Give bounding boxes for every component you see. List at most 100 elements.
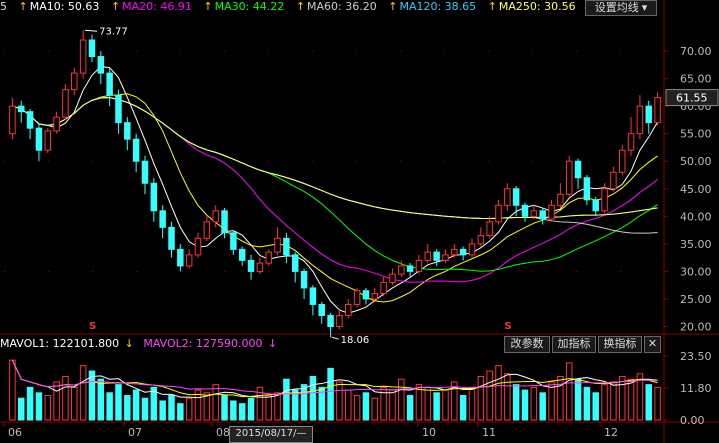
candle-body <box>53 116 60 132</box>
volume-bar <box>336 381 343 421</box>
candle-body <box>512 188 520 206</box>
candle-body <box>654 97 661 124</box>
candle-body <box>88 39 96 58</box>
settings-ma-button[interactable]: 设置均线 ▾ <box>585 0 657 16</box>
crosshair-date-box: 2015/08/17/— <box>229 426 313 443</box>
candle-body <box>309 287 317 305</box>
candle-body <box>398 265 405 275</box>
volume-bar <box>265 395 272 421</box>
volume-bar <box>159 400 166 421</box>
switch-indicator-button[interactable]: 换指标 <box>598 336 642 353</box>
volume-bar <box>645 384 652 421</box>
volume-bar <box>486 370 493 421</box>
volume-bar <box>654 386 661 421</box>
candle-body <box>406 265 414 272</box>
candle-body <box>592 199 599 212</box>
low-price-pointer <box>331 336 339 340</box>
high-price-label: 73.77 <box>99 26 128 37</box>
candle-body <box>610 171 617 190</box>
price-tick-label: 30.00 <box>680 265 712 278</box>
volume-bar <box>300 384 308 421</box>
add-indicator-button[interactable]: 加指标 <box>552 336 596 353</box>
close-indicator-button[interactable]: ✕ <box>644 336 661 353</box>
volume-tick-label: 11.80 <box>680 382 712 395</box>
dropdown-arrow-icon: ▾ <box>641 1 648 14</box>
candle-body <box>504 188 511 206</box>
volume-bar <box>53 381 60 421</box>
mavol2-label: MAVOL2: 127590.000 <box>143 337 263 350</box>
mavol2-arrow: ↓ <box>267 337 278 350</box>
volume-bar <box>345 389 352 421</box>
candle-body <box>557 193 564 206</box>
volume-bar <box>371 397 379 421</box>
volume-bar <box>565 362 573 421</box>
x-axis-label: 06 <box>8 426 22 439</box>
x-axis-label: 10 <box>422 426 436 439</box>
volume-bar <box>283 378 290 421</box>
price-tick-label: 35.00 <box>680 238 712 251</box>
candle-body <box>247 259 255 272</box>
candle-body <box>433 251 440 261</box>
volume-tick-label: 23.50 <box>680 350 712 363</box>
volume-bar <box>212 384 219 421</box>
volume-bar <box>618 375 626 421</box>
sell-signal-marker: S <box>504 321 511 332</box>
candle-body <box>212 210 219 223</box>
change-params-button[interactable]: 改参数 <box>504 336 550 353</box>
candle-body <box>44 130 52 151</box>
mavol1-label: MAVOL1: 122101.800 <box>0 337 120 350</box>
volume-bar <box>557 375 564 421</box>
volume-bar <box>44 395 52 421</box>
candle-body <box>468 243 476 256</box>
close-icon: ✕ <box>647 337 658 350</box>
candle-body <box>451 248 458 256</box>
volume-bar <box>327 367 334 421</box>
candle-body <box>9 105 16 135</box>
candle-body <box>415 259 423 272</box>
volume-bar <box>9 359 16 421</box>
volume-bar <box>274 392 281 421</box>
candle-body <box>645 105 652 124</box>
candle-body <box>636 105 644 135</box>
candle-body <box>177 248 184 267</box>
ma120-label: ↑ MA120: 38.65 <box>388 0 477 13</box>
candle-body <box>459 248 467 256</box>
volume-bar <box>115 384 122 421</box>
price-tick-label: 40.00 <box>680 210 712 223</box>
volume-bar <box>35 392 43 421</box>
change-params-label: 改参数 <box>510 337 544 350</box>
candle-body <box>283 237 290 256</box>
volume-bar <box>132 389 140 421</box>
volume-bar <box>406 395 414 421</box>
candle-body <box>539 210 546 220</box>
price-tick-label: 45.00 <box>680 183 712 196</box>
high-price-pointer <box>85 29 98 32</box>
kline-chart[interactable]: 70.0065.0060.0055.0050.0045.0040.0035.00… <box>0 0 719 443</box>
volume-bar <box>247 397 255 421</box>
candle-body <box>477 235 485 245</box>
volume-bar <box>398 378 405 421</box>
volume-bar <box>97 378 105 421</box>
candle-body <box>565 160 573 195</box>
candle-body <box>380 281 387 294</box>
volume-bar <box>71 386 78 421</box>
candle-body <box>221 210 228 234</box>
x-axis-label: 11 <box>482 426 496 439</box>
candle-body <box>389 273 396 283</box>
candle-body <box>194 237 202 256</box>
candle-body <box>238 248 246 261</box>
candle-body <box>71 72 78 91</box>
volume-bar <box>512 384 520 421</box>
x-axis-label: 08 <box>216 426 230 439</box>
ma-legend-bar: 5 ↑ MA10: 50.63 ↑ MA20: 46.91 ↑ MA30: 44.22… <box>0 0 580 16</box>
volume-bar <box>583 386 591 421</box>
price-tick-label: 20.00 <box>680 320 712 333</box>
volume-bar <box>230 400 237 421</box>
ma-partial-label: 5 <box>0 0 7 13</box>
candle-body <box>97 56 105 74</box>
volume-bar <box>495 365 502 421</box>
volume-bar <box>238 403 246 421</box>
volume-bar <box>18 397 25 421</box>
candle-body <box>486 221 493 237</box>
volume-legend-bar: MAVOL1: 122101.800 ↓ MAVOL2: 127590.000 … <box>0 337 277 352</box>
